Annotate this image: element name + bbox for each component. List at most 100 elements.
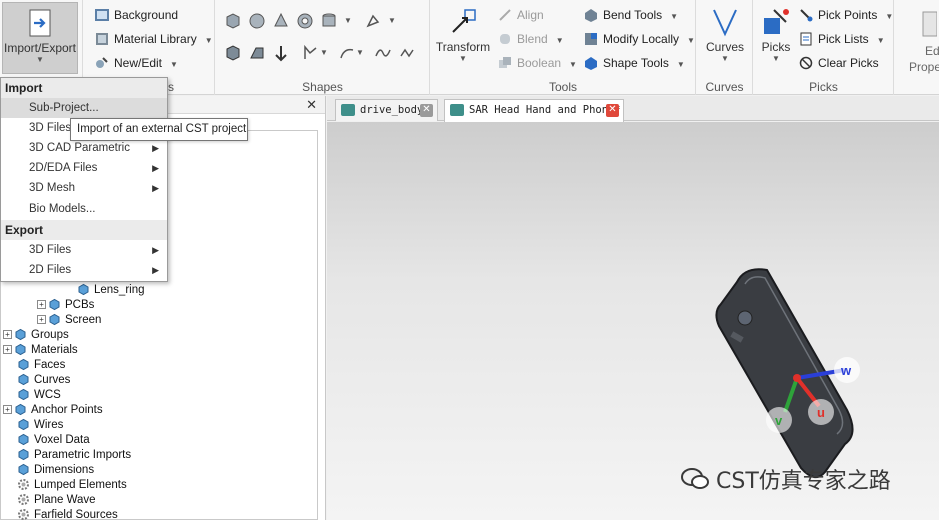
boolean-label: Boolean [517,56,562,70]
bend-tools-button[interactable]: Bend Tools ▼ [581,4,678,26]
brick-icon[interactable] [224,12,242,30]
tree-item-lens-ring[interactable]: Lens_ring [77,283,145,298]
pick-points-button[interactable]: Pick Points ▼ [796,4,893,26]
axis-u-label: u [817,405,825,420]
faces-icon [18,359,29,371]
picks-button[interactable]: Picks ▼ [754,2,798,74]
tree-item-faces[interactable]: Faces [17,358,65,373]
background-icon [95,9,109,21]
sphere-icon[interactable] [248,12,266,30]
tree-item-label: Curves [34,374,71,386]
loft-icon[interactable] [248,44,266,62]
pick-lists-button[interactable]: Pick Lists ▼ [796,28,885,50]
menu-item-3d-mesh[interactable]: 3D Mesh ▶ [1,178,167,198]
tree-item-label: Lumped Elements [34,479,127,491]
import-export-button[interactable]: Import/Export ▼ [2,2,78,74]
curves-label: Curves [705,40,744,54]
tools-group-label: Tools [548,80,577,94]
blend-icon [500,34,510,44]
expand-icon[interactable]: + [3,405,12,415]
tree-item-label: Wires [34,419,64,431]
tree-item-label: PCBs [65,299,95,311]
chevron-down-icon: ▼ [676,60,685,69]
edit-properties-button[interactable]: Edi Prope [903,4,939,74]
cylinder-icon[interactable] [320,12,338,30]
chevron-down-icon: ▼ [885,12,894,21]
tree-item-parametric-imports[interactable]: Parametric Imports [17,448,131,463]
close-icon[interactable]: ✕ [420,104,433,117]
tree-item-groups[interactable]: + Groups [3,328,69,343]
align-button[interactable]: Align [495,4,544,26]
component-folder-icon [49,299,60,311]
menu-item-bio-models[interactable]: Bio Models... [1,199,167,219]
background-label: Background [114,8,179,22]
watermark: CST仿真专家之路 [680,463,891,495]
import-export-label: Import/Export [3,41,77,55]
background-button[interactable]: Background [92,4,178,26]
menu-item-2d-eda-files[interactable]: 2D/EDA Files ▶ [1,158,167,178]
tree-item-farfield-sources[interactable]: Farfield Sources [17,508,118,520]
edit-label: Edi [925,44,939,58]
tree-item-lumped-elements[interactable]: Lumped Elements [17,478,127,493]
extrude-icon[interactable] [364,12,382,30]
curves-group-label: Curves [705,80,744,94]
shape-tools-label: Shape Tools [603,56,669,70]
watermark-text: CST仿真专家之路 [716,469,891,494]
trace-icon[interactable] [398,44,416,62]
expand-icon[interactable]: + [37,300,46,310]
close-icon[interactable]: ✕ [306,97,317,113]
boolean-button[interactable]: Boolean ▼ [495,52,577,74]
menu-item-export-3d-files[interactable]: 3D Files ▶ [1,240,167,260]
tree-item-materials[interactable]: + Materials [3,343,78,358]
tree-item-wires[interactable]: Wires [17,418,63,433]
clear-picks-button[interactable]: Clear Picks [796,52,879,74]
tab-sar-head-hand-phone[interactable]: SAR Head Hand and Phone* ✕ [444,99,624,122]
3d-viewport[interactable]: w u v [327,122,939,520]
submenu-arrow-icon: ▶ [152,163,159,173]
menu-item-export-2d-files[interactable]: 2D Files ▶ [1,260,167,280]
submenu-arrow-icon: ▶ [152,183,159,193]
tree-item-screen[interactable]: + Screen [37,313,101,328]
tree-item-voxel-data[interactable]: Voxel Data [17,433,90,448]
expand-icon[interactable]: + [37,315,46,325]
polyline-icon[interactable] [302,44,320,62]
modify-locally-icon [585,33,597,45]
export-header: Export [1,220,167,240]
tree-item-wcs[interactable]: WCS [17,388,61,403]
tree-item-pcbs[interactable]: + PCBs [37,298,94,313]
close-icon[interactable]: ✕ [606,104,619,117]
picks-label: Picks [761,40,791,54]
new-edit-button[interactable]: New/Edit ▼ [92,52,178,74]
transform-button[interactable]: Transform ▼ [431,2,495,74]
chevron-down-icon[interactable]: ▼ [320,48,328,57]
tree-item-curves[interactable]: Curves [17,373,70,388]
shape-tools-button[interactable]: Shape Tools ▼ [581,52,685,74]
menu-item-sub-project[interactable]: Sub-Project... [1,98,167,118]
import-header: Import [1,78,167,98]
cone-icon[interactable] [272,12,290,30]
tree-item-anchor-points[interactable]: + Anchor Points [3,403,103,418]
chevron-down-icon[interactable]: ▼ [344,16,352,25]
modify-locally-button[interactable]: Modify Locally ▼ [581,28,695,50]
tree-item-dimensions[interactable]: Dimensions [17,463,94,478]
tab-drive-body[interactable]: drive_body ✕ [335,99,438,121]
material-library-button[interactable]: Material Library ▼ [92,28,213,50]
menu-item-label: 3D CAD Parametric [29,142,130,154]
chevron-down-icon[interactable]: ▼ [356,48,364,57]
chevron-down-icon[interactable]: ▼ [388,16,396,25]
clear-picks-icon [799,56,813,70]
torus-icon[interactable] [296,12,314,30]
expand-icon[interactable]: + [3,345,12,355]
expand-icon[interactable]: + [3,330,12,340]
blend-button[interactable]: Blend ▼ [495,28,564,50]
menu-item-3d-cad-parametric[interactable]: 3D CAD Parametric ▶ [1,138,167,158]
curves-button[interactable]: Curves ▼ [697,2,753,74]
anchor-points-icon [15,404,26,416]
menu-item-label: 3D Files [29,244,72,256]
arc-icon[interactable] [338,44,356,62]
move-shape-icon[interactable] [272,44,290,62]
tree-item-plane-wave[interactable]: Plane Wave [17,493,96,508]
rotate-shape-icon[interactable] [224,44,242,62]
tree-item-label: WCS [34,389,61,401]
spline-icon[interactable] [374,44,392,62]
